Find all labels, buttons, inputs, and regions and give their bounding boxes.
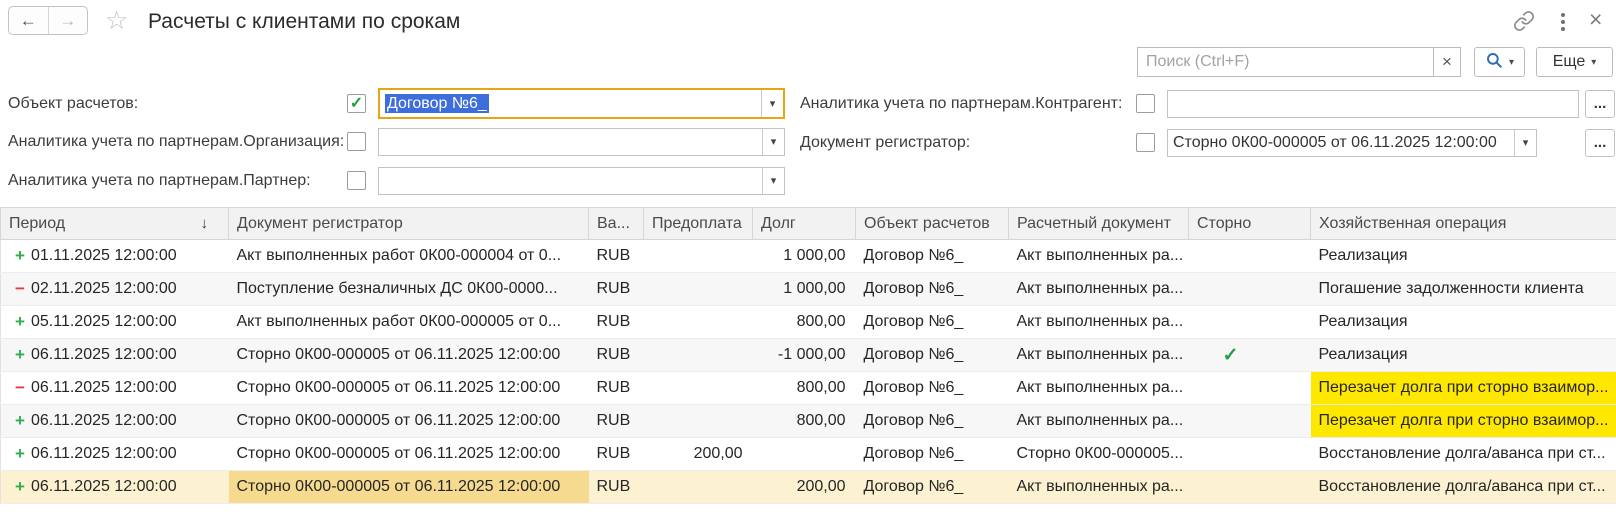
link-icon[interactable] bbox=[1513, 10, 1535, 37]
checkbox-counterparty[interactable] bbox=[1136, 94, 1155, 113]
app-window: ← → ☆ Расчеты с клиентами по срокам × × … bbox=[0, 0, 1616, 518]
highlighted-operation-cell[interactable]: Перезачет долга при сторно взаимор... bbox=[1311, 405, 1616, 438]
chevron-down-icon: ▾ bbox=[1591, 57, 1596, 68]
registrar-document-combo[interactable]: Сторно 0К00-000005 от 06.11.2025 12:00:0… bbox=[1167, 129, 1537, 157]
highlighted-operation-cell[interactable]: Перезачет долга при сторно взаимор... bbox=[1311, 372, 1616, 405]
search-clear-icon[interactable]: × bbox=[1433, 47, 1461, 77]
filter-row-registrar-document: Документ регистратор: Сторно 0К00-000005… bbox=[800, 128, 1615, 157]
table-row[interactable]: −02.11.2025 12:00:00 Поступление безнали… bbox=[1, 273, 1616, 306]
row-sign-icon: + bbox=[9, 477, 31, 497]
nav-history-group: ← → bbox=[8, 6, 88, 35]
more-button[interactable]: Еще ▾ bbox=[1536, 47, 1613, 77]
more-button-label: Еще bbox=[1553, 53, 1586, 71]
filter-row-organization: Аналитика учета по партнерам.Организация… bbox=[8, 127, 785, 156]
dropdown-arrow-icon[interactable]: ▾ bbox=[1514, 130, 1536, 156]
dropdown-arrow-icon[interactable]: ▾ bbox=[762, 129, 784, 155]
column-header-currency[interactable]: Ва... bbox=[589, 208, 644, 240]
column-header-prepayment[interactable]: Предоплата bbox=[644, 208, 753, 240]
filter-label: Аналитика учета по партнерам.Организация… bbox=[8, 133, 347, 151]
check-icon: ✓ bbox=[350, 96, 363, 112]
back-button[interactable]: ← bbox=[9, 7, 48, 34]
table-row[interactable]: −06.11.2025 12:00:00 Сторно 0К00-000005 … bbox=[1, 372, 1616, 405]
checkbox-registrar-document[interactable] bbox=[1136, 133, 1155, 152]
dropdown-arrow-icon[interactable]: ▾ bbox=[762, 168, 784, 194]
sort-descending-icon: ↓ bbox=[201, 215, 209, 232]
column-header-object[interactable]: Объект расчетов bbox=[856, 208, 1009, 240]
table-row[interactable]: +06.11.2025 12:00:00 Сторно 0К00-000005 … bbox=[1, 405, 1616, 438]
settlement-object-combo[interactable]: Договор №6_ ▾ bbox=[378, 88, 785, 119]
column-header-debt[interactable]: Долг bbox=[753, 208, 856, 240]
counterparty-choose-button[interactable]: ... bbox=[1585, 90, 1615, 118]
filter-row-settlement-object: Объект расчетов: ✓ Договор №6_ ▾ bbox=[8, 87, 785, 120]
storno-check-icon bbox=[1197, 476, 1223, 497]
checkbox-organization[interactable] bbox=[347, 132, 366, 151]
dropdown-arrow-icon[interactable]: ▾ bbox=[761, 90, 783, 117]
column-header-operation[interactable]: Хозяйственная операция bbox=[1311, 208, 1616, 240]
table-row-selected[interactable]: +06.11.2025 12:00:00 Сторно 0К00-000005 … bbox=[1, 471, 1616, 504]
forward-button[interactable]: → bbox=[48, 7, 88, 34]
search-button[interactable]: ▾ bbox=[1474, 47, 1525, 77]
table-row[interactable]: +05.11.2025 12:00:00 Акт выполненных раб… bbox=[1, 306, 1616, 339]
column-header-settlement-doc[interactable]: Расчетный документ bbox=[1009, 208, 1189, 240]
row-sign-icon: + bbox=[9, 246, 31, 266]
filter-row-partner: Аналитика учета по партнерам.Партнер: ▾ bbox=[8, 166, 785, 195]
filter-label: Аналитика учета по партнерам.Контрагент: bbox=[800, 95, 1136, 113]
storno-check-icon bbox=[1197, 377, 1223, 398]
search-icon bbox=[1485, 51, 1503, 74]
column-header-storno[interactable]: Сторно bbox=[1189, 208, 1311, 240]
search-input[interactable] bbox=[1137, 47, 1434, 77]
favorite-star-icon[interactable]: ☆ bbox=[105, 5, 128, 35]
storno-check-icon bbox=[1197, 311, 1223, 332]
filter-label: Аналитика учета по партнерам.Партнер: bbox=[8, 172, 347, 190]
filter-label: Документ регистратор: bbox=[800, 134, 1136, 152]
storno-check-icon bbox=[1197, 410, 1223, 431]
chevron-down-icon: ▾ bbox=[1509, 57, 1514, 68]
filter-label: Объект расчетов: bbox=[8, 95, 347, 113]
selected-cell[interactable]: Сторно 0К00-000005 от 06.11.2025 12:00:0… bbox=[229, 471, 589, 504]
storno-check-icon bbox=[1197, 443, 1223, 464]
row-sign-icon: − bbox=[9, 279, 31, 299]
table-row[interactable]: +06.11.2025 12:00:00 Сторно 0К00-000005 … bbox=[1, 339, 1616, 372]
table-row[interactable]: +01.11.2025 12:00:00 Акт выполненных раб… bbox=[1, 240, 1616, 273]
checkbox-settlement-object[interactable]: ✓ bbox=[347, 94, 366, 113]
table-header-row: Период ↓ Документ регистратор Ва... Пред… bbox=[1, 208, 1616, 240]
records-table: Период ↓ Документ регистратор Ва... Пред… bbox=[0, 207, 1616, 504]
row-sign-icon: + bbox=[9, 411, 31, 431]
page-title: Расчеты с клиентами по срокам bbox=[148, 7, 460, 37]
storno-check-icon bbox=[1197, 278, 1223, 299]
partner-combo[interactable]: ▾ bbox=[378, 167, 785, 195]
organization-combo[interactable]: ▾ bbox=[378, 128, 785, 156]
close-icon[interactable]: × bbox=[1589, 6, 1602, 32]
row-sign-icon: + bbox=[9, 312, 31, 332]
column-header-registrar[interactable]: Документ регистратор bbox=[229, 208, 589, 240]
checkbox-partner[interactable] bbox=[347, 171, 366, 190]
kebab-menu-icon[interactable] bbox=[1561, 13, 1567, 31]
filter-row-counterparty: Аналитика учета по партнерам.Контрагент:… bbox=[800, 89, 1615, 118]
table-row[interactable]: +06.11.2025 12:00:00 Сторно 0К00-000005 … bbox=[1, 438, 1616, 471]
storno-check-icon bbox=[1197, 245, 1223, 266]
row-sign-icon: − bbox=[9, 378, 31, 398]
search-group: × bbox=[1137, 47, 1461, 77]
selected-text: Договор №6_ bbox=[385, 94, 489, 113]
row-sign-icon: + bbox=[9, 345, 31, 365]
counterparty-field[interactable] bbox=[1167, 90, 1579, 118]
column-header-period[interactable]: Период ↓ bbox=[1, 208, 229, 240]
storno-check-icon: ✓ bbox=[1197, 345, 1239, 366]
row-sign-icon: + bbox=[9, 444, 31, 464]
registrar-choose-button[interactable]: ... bbox=[1585, 129, 1615, 157]
